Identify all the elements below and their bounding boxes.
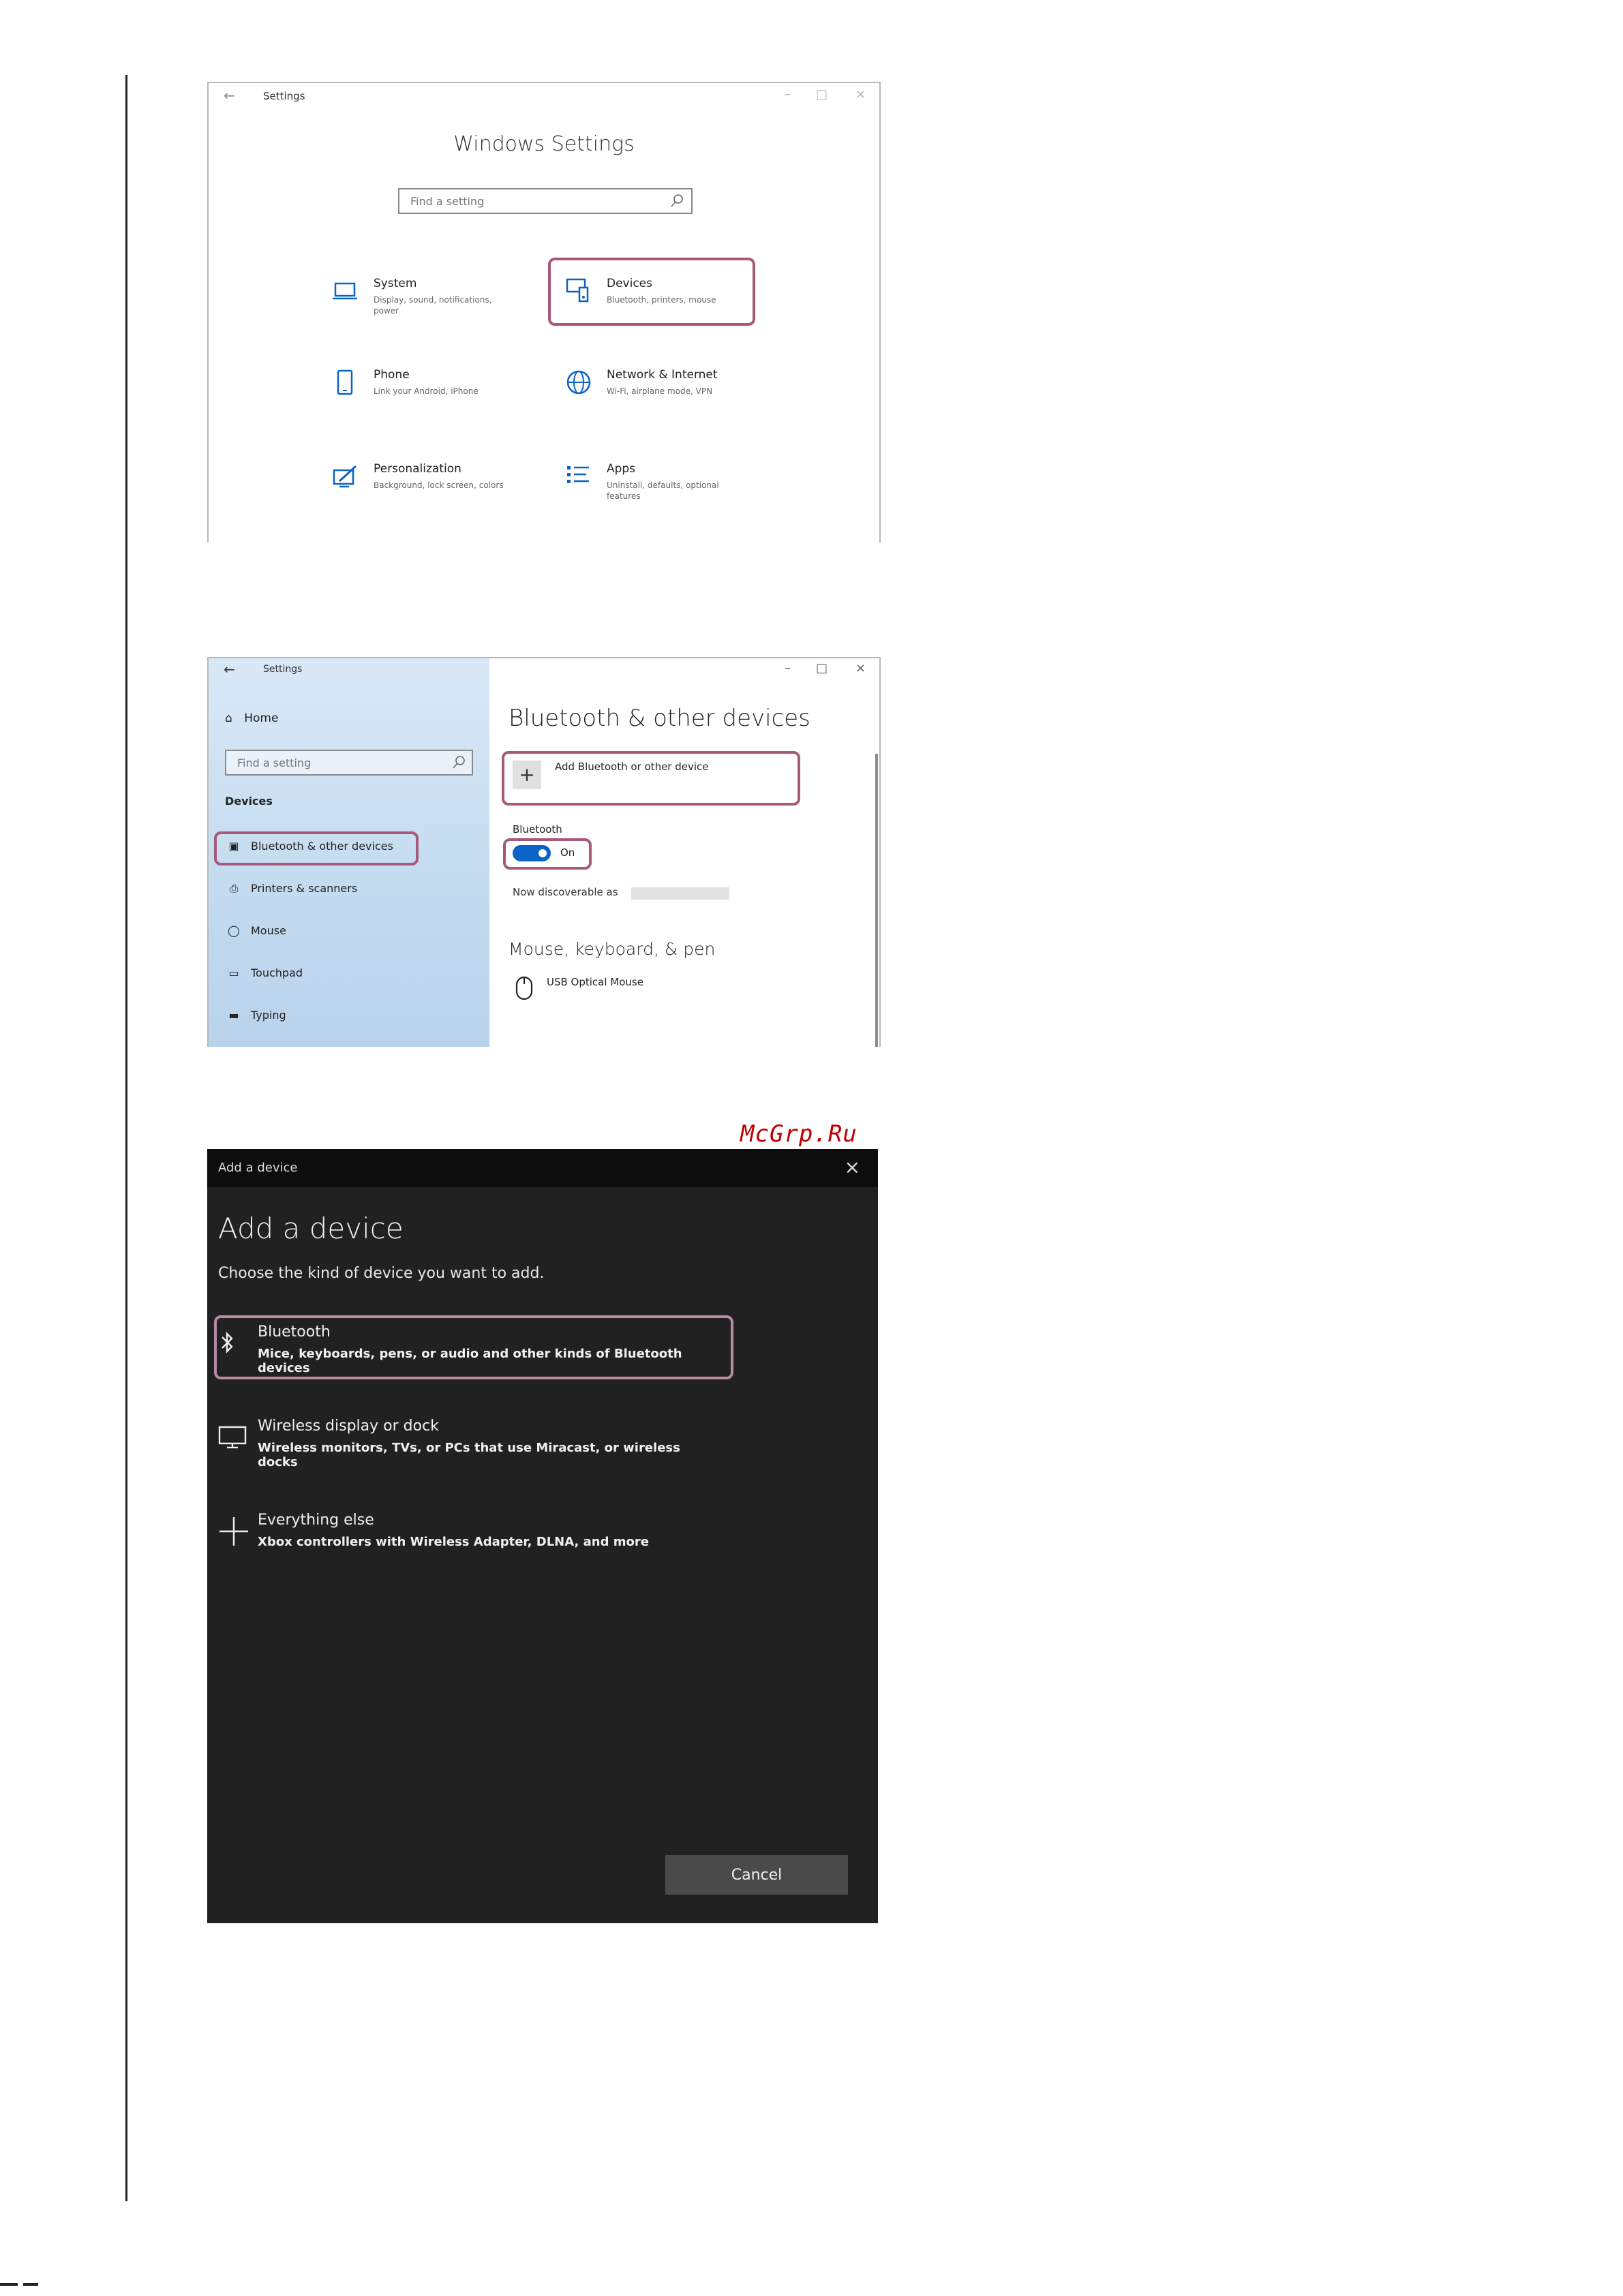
option-everything-else[interactable]: Everything else Xbox controllers with Wi… <box>218 1512 709 1566</box>
option-desc: Xbox controllers with Wireless Adapter, … <box>258 1535 649 1549</box>
laptop-icon <box>331 277 360 305</box>
paint-icon <box>331 462 360 491</box>
windows-settings-window: ← Settings – □ × Windows Settings System… <box>207 82 881 542</box>
touchpad-icon: ▭ <box>228 966 239 979</box>
bluetooth-label: Bluetooth <box>513 823 562 836</box>
monitor-icon <box>218 1422 249 1453</box>
option-wireless-display[interactable]: Wireless display or dock Wireless monito… <box>218 1418 709 1472</box>
sidebar-item-label: Printers & scanners <box>251 882 358 895</box>
discoverable-label: Now discoverable as <box>513 886 618 898</box>
option-desc: Wireless monitors, TVs, or PCs that use … <box>258 1441 680 1469</box>
cancel-button[interactable]: Cancel <box>665 1855 848 1895</box>
sidebar: ← Settings ⌂ Home Devices ▣Bluetooth & o… <box>209 658 489 1047</box>
option-title: Everything else <box>258 1512 374 1529</box>
dialog-subtitle: Choose the kind of device you want to ad… <box>218 1265 545 1282</box>
globe-icon <box>564 368 593 397</box>
tile-title: Apps <box>607 462 636 476</box>
sidebar-item-printers[interactable]: ⎙ Printers & scanners <box>225 882 358 902</box>
page-corner-mark <box>0 2283 38 2286</box>
tile-desc: Background, lock screen, colors <box>374 480 504 490</box>
section-title: Mouse, keyboard, & pen <box>509 939 716 959</box>
page-margin-rule <box>125 75 127 2201</box>
sidebar-item-home[interactable]: ⌂ Home <box>225 711 278 725</box>
close-icon[interactable]: × <box>845 1156 860 1178</box>
tile-desc: Display, sound, notifications, power <box>374 295 492 316</box>
tile-desc: Wi-Fi, airplane mode, VPN <box>607 386 713 396</box>
add-device-dialog: Add a device × Add a device Choose the k… <box>207 1149 878 1923</box>
tile-title: Network & Internet <box>607 368 718 382</box>
tile-personalization[interactable]: Personalization Background, lock screen,… <box>331 462 536 517</box>
maximize-icon[interactable]: □ <box>816 661 828 675</box>
back-arrow-icon[interactable]: ← <box>224 87 235 104</box>
tile-phone[interactable]: Phone Link your Android, iPhone <box>331 368 536 423</box>
home-icon: ⌂ <box>225 711 232 725</box>
tile-system[interactable]: System Display, sound, notifications, po… <box>331 277 536 331</box>
tile-network[interactable]: Network & Internet Wi-Fi, airplane mode,… <box>564 368 769 423</box>
highlight-bluetooth-item <box>214 831 419 866</box>
option-title: Wireless display or dock <box>258 1418 439 1435</box>
tile-title: Personalization <box>374 462 461 476</box>
sidebar-item-label: Mouse <box>251 924 286 937</box>
window-title: Add a device <box>218 1161 298 1175</box>
window-title: Settings <box>263 664 303 675</box>
tile-desc: Uninstall, defaults, optional features <box>607 480 719 501</box>
highlight-add-device <box>502 751 800 806</box>
search-input[interactable] <box>236 756 436 770</box>
tile-desc: Link your Android, iPhone <box>374 386 479 396</box>
back-arrow-icon[interactable]: ← <box>224 661 235 677</box>
tile-title: Phone <box>374 368 410 382</box>
sidebar-item-label: Typing <box>251 1009 286 1022</box>
redacted-device-name <box>631 887 729 900</box>
bluetooth-settings-window: ← Settings ⌂ Home Devices ▣Bluetooth & o… <box>207 657 881 1047</box>
device-name[interactable]: USB Optical Mouse <box>547 976 643 988</box>
window-title: Settings <box>263 90 305 102</box>
apps-list-icon <box>564 462 593 491</box>
plus-icon <box>218 1516 249 1547</box>
close-icon[interactable]: × <box>855 87 866 102</box>
phone-icon <box>331 368 360 397</box>
keyboard-icon: ▬ <box>228 1009 239 1022</box>
highlight-devices <box>548 258 755 326</box>
printer-icon: ⎙ <box>229 882 239 895</box>
highlight-bluetooth-toggle <box>503 838 592 870</box>
sidebar-item-label: Touchpad <box>251 966 303 979</box>
watermark: McGrp.Ru <box>740 1120 858 1148</box>
search-icon <box>669 192 684 213</box>
sidebar-item-label: Home <box>244 711 279 725</box>
tile-title: System <box>374 277 417 290</box>
search-icon <box>451 754 466 774</box>
close-icon[interactable]: × <box>855 661 866 675</box>
sidebar-item-typing[interactable]: ▬ Typing <box>225 1009 286 1029</box>
highlight-bluetooth-option <box>214 1315 733 1379</box>
mouse-icon: ◯ <box>228 924 240 937</box>
sidebar-item-touchpad[interactable]: ▭ Touchpad <box>225 966 303 987</box>
sidebar-search-box[interactable] <box>225 750 473 776</box>
page-title: Windows Settings <box>453 132 635 156</box>
minimize-icon[interactable]: – <box>785 87 791 102</box>
sidebar-item-mouse[interactable]: ◯ Mouse <box>225 924 286 945</box>
sidebar-group-title: Devices <box>225 795 273 808</box>
title-bar: Add a device × <box>207 1149 878 1187</box>
title-bar: ← Settings – □ × <box>209 83 879 110</box>
search-input[interactable] <box>409 194 657 209</box>
mouse-icon <box>514 976 534 1003</box>
scrollbar[interactable] <box>875 754 878 1047</box>
minimize-icon[interactable]: – <box>785 661 791 675</box>
maximize-icon[interactable]: □ <box>816 87 828 102</box>
search-box[interactable] <box>398 188 693 214</box>
dialog-heading: Add a device <box>218 1212 404 1245</box>
tile-apps[interactable]: Apps Uninstall, defaults, optional featu… <box>564 462 769 517</box>
page-title: Bluetooth & other devices <box>509 705 810 732</box>
